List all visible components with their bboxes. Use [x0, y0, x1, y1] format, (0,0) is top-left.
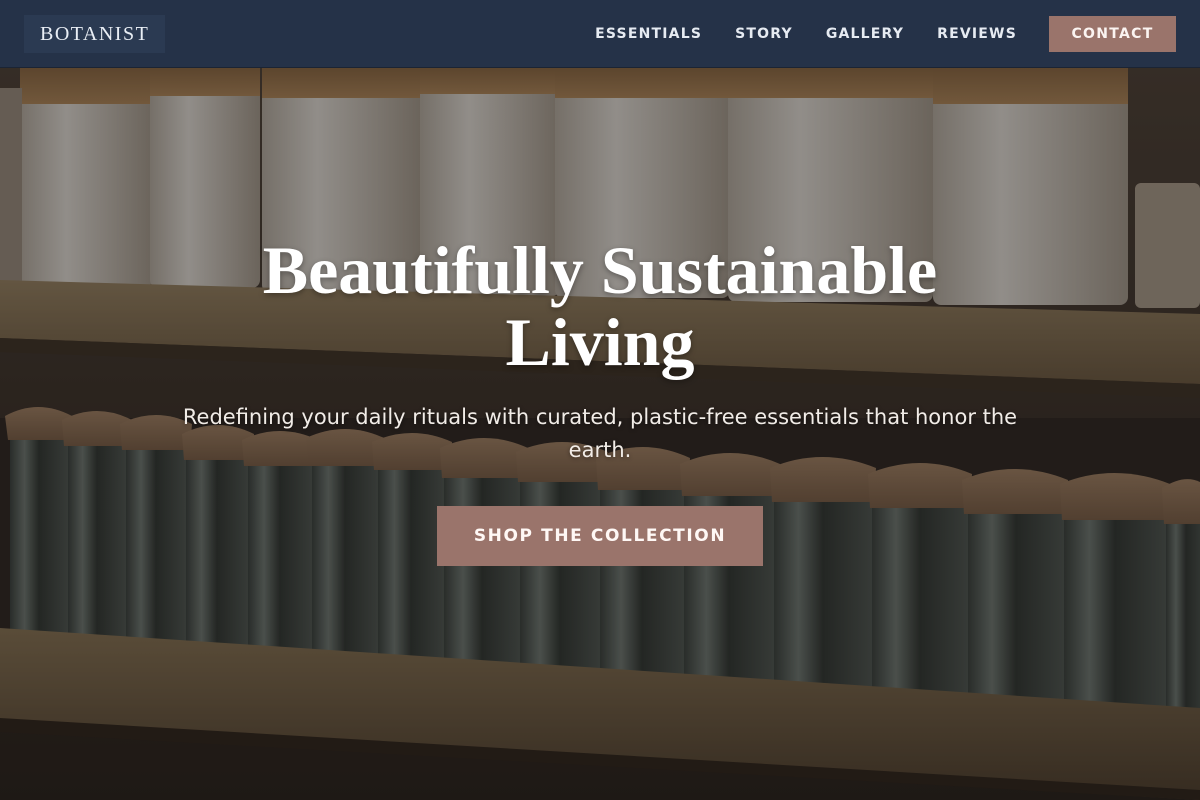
nav-link-reviews[interactable]: REVIEWS — [937, 26, 1017, 42]
hero-headline-line1: Beautifully Sustainable — [262, 232, 938, 308]
hero-headline: Beautifully Sustainable Living — [150, 234, 1050, 378]
nav-link-story[interactable]: STORY — [735, 26, 793, 42]
hero-subheading: Redefining your daily rituals with curat… — [182, 405, 1018, 462]
hero-content: Beautifully Sustainable Living Redefinin… — [0, 68, 1200, 800]
shop-collection-button[interactable]: SHOP THE COLLECTION — [437, 506, 763, 566]
main-nav: ESSENTIALS STORY GALLERY REVIEWS CONTACT — [595, 16, 1176, 52]
site-header: BOTANIST ESSENTIALS STORY GALLERY REVIEW… — [0, 0, 1200, 68]
nav-link-gallery[interactable]: GALLERY — [826, 26, 904, 42]
brand-logo[interactable]: BOTANIST — [24, 15, 166, 53]
contact-button[interactable]: CONTACT — [1049, 16, 1176, 52]
nav-link-essentials[interactable]: ESSENTIALS — [595, 26, 702, 42]
hero-headline-line2: Living — [505, 304, 695, 380]
